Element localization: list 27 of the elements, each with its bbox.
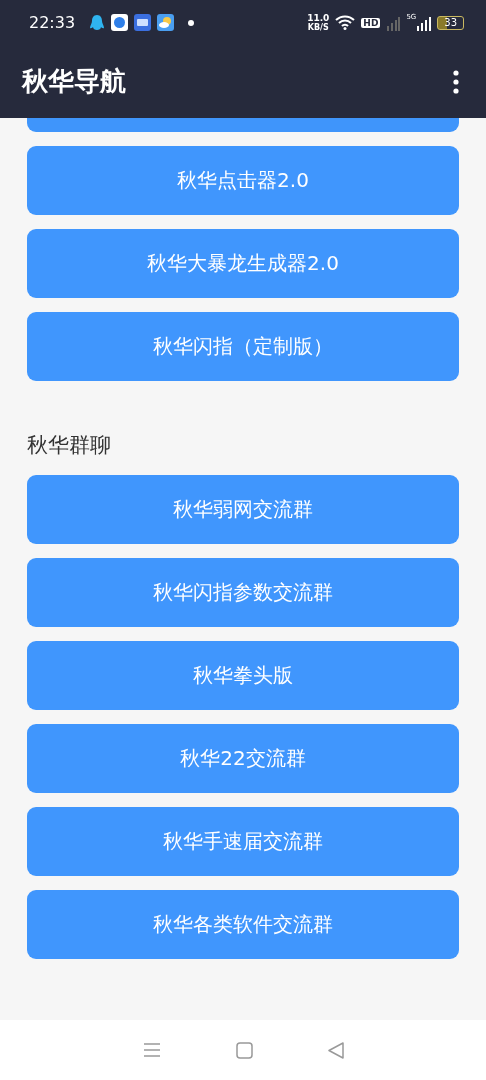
section-heading: 秋华群聊 (27, 432, 112, 459)
signal-icon (417, 14, 432, 31)
nav-button[interactable]: 秋华各类软件交流群 (27, 890, 459, 959)
more-icon[interactable] (453, 69, 459, 94)
nav-button[interactable]: 秋华22交流群 (27, 724, 459, 793)
clock: 22:33 (29, 13, 76, 32)
dot-icon (188, 19, 195, 26)
app-icon (111, 14, 129, 31)
app-icon (134, 14, 152, 31)
signal-icon (386, 14, 401, 31)
wifi-icon (335, 15, 356, 30)
back-icon[interactable] (327, 1041, 344, 1059)
penguin-icon (89, 13, 106, 32)
nav-button[interactable]: 秋华点击器2.0 (27, 146, 459, 215)
app-title: 秋华导航 (22, 65, 126, 98)
nav-button[interactable]: 秋华弱网交流群 (27, 475, 459, 544)
menu-icon[interactable] (142, 1042, 161, 1058)
nav-button[interactable]: 秋华闪指参数交流群 (27, 558, 459, 627)
nav-button[interactable]: 秋华手速届交流群 (27, 807, 459, 876)
network-speed: 11.0 KB/S (307, 13, 330, 32)
nav-button[interactable]: 秋华拳头版 (27, 641, 459, 710)
home-icon[interactable] (235, 1041, 253, 1059)
nav-button[interactable]: 秋华闪指（定制版） (27, 312, 459, 381)
hd-badge: HD (361, 17, 381, 28)
weather-icon (157, 14, 175, 31)
battery-indicator: 33 (437, 15, 464, 30)
nav-button[interactable]: 秋华大暴龙生成器2.0 (27, 229, 459, 298)
